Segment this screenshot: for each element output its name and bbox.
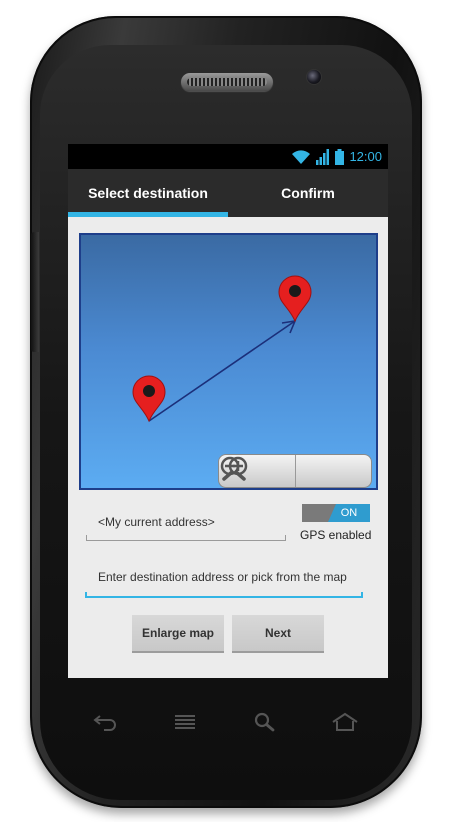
current-address-value: <My current address> [98,515,215,529]
back-icon[interactable] [90,711,120,733]
signal-icon [316,148,330,165]
app-screen: 12:00 Select destination Confirm <My cur… [68,144,388,678]
button-label: Next [264,626,291,640]
tab-select-destination[interactable]: Select destination [68,169,228,217]
tab-label: Select destination [88,185,208,201]
gps-toggle-on: ON [328,504,370,522]
battery-icon [335,148,345,165]
gps-toggle[interactable]: ON [302,504,370,522]
map-overlay [132,275,312,423]
tab-label: Confirm [281,185,335,201]
status-time: 12:00 [349,149,382,164]
zoom-control [218,454,372,488]
field-underline [85,592,363,598]
home-icon[interactable] [330,711,360,733]
menu-icon[interactable] [170,711,200,733]
status-bar: 12:00 [68,144,388,169]
search-icon[interactable] [250,711,280,733]
gps-label: GPS enabled [300,528,372,542]
destination-placeholder: Enter destination address or pick from t… [98,570,347,584]
hardware-keys [90,710,360,734]
zoom-in-button[interactable] [222,455,372,487]
earpiece-speaker [181,73,273,91]
tab-confirm[interactable]: Confirm [228,169,388,217]
route-arrow [148,319,297,422]
volume-button [31,232,39,352]
destination-input[interactable]: Enter destination address or pick from t… [85,564,363,598]
button-label: Enlarge map [141,626,215,640]
field-underline [86,535,286,541]
tab-bar: Select destination Confirm [68,169,388,217]
wifi-icon [291,149,311,165]
map-view[interactable] [79,233,378,490]
destination-marker[interactable] [278,275,312,323]
current-address-field[interactable]: <My current address> [86,509,286,541]
next-button[interactable]: Next [232,615,324,653]
enlarge-map-button[interactable]: Enlarge map [132,615,224,653]
front-camera [306,69,322,85]
